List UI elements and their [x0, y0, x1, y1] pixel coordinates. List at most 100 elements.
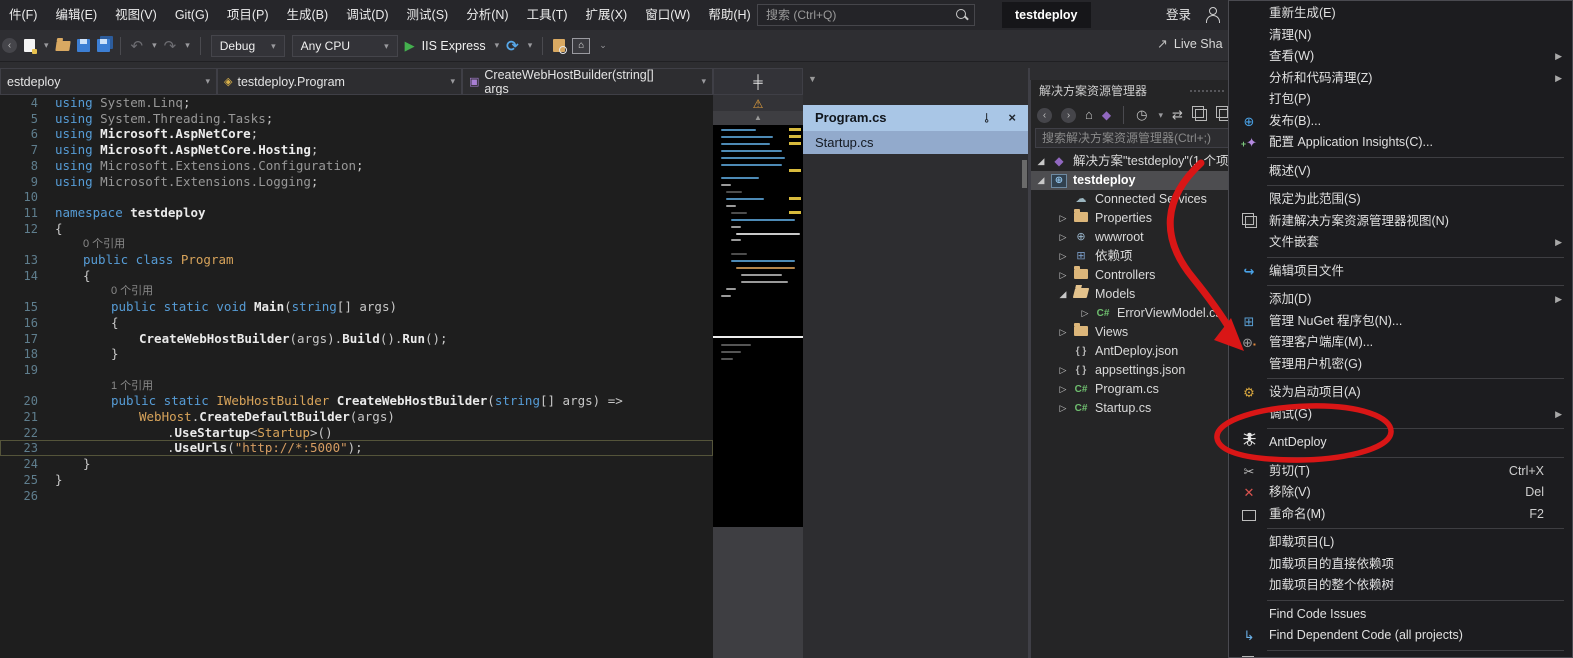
- context-menu-item-清理-n-[interactable]: 清理(N): [1229, 25, 1572, 47]
- menubar-item[interactable]: 窗口(W): [636, 0, 699, 30]
- menubar-item[interactable]: 分析(N): [457, 0, 517, 30]
- code-line[interactable]: 11 namespace testdeploy: [0, 205, 713, 221]
- code-line[interactable]: 13 public class Program: [0, 252, 713, 268]
- code-line[interactable]: 25}: [0, 472, 713, 488]
- collapsed-arrow-icon[interactable]: ▷: [1057, 380, 1069, 399]
- context-menu-item-管理-nuget-程序包-n-[interactable]: ⊞ 管理 NuGet 程序包(N)...: [1229, 311, 1572, 333]
- codelens-references[interactable]: 0 个引用: [83, 236, 125, 252]
- solution-config-dropdown[interactable]: Debug ▾: [210, 34, 285, 57]
- redo-icon[interactable]: ↷: [164, 37, 177, 55]
- codelens-line[interactable]: 0 个引用: [0, 283, 713, 299]
- refresh-icon[interactable]: ⟳: [506, 37, 519, 55]
- back-icon[interactable]: ‹: [1037, 107, 1052, 123]
- context-menu-item-find-dependent-code-all-projects-[interactable]: ↳ Find Dependent Code (all projects): [1229, 625, 1572, 647]
- code-line[interactable]: 23 .UseUrls("http://*:5000");: [0, 440, 713, 457]
- browser-home-icon[interactable]: ⌂: [572, 37, 591, 54]
- expanded-arrow-icon[interactable]: ◢: [1057, 285, 1069, 304]
- context-menu-item-重命名-m-[interactable]: 重命名(M) F2: [1229, 504, 1572, 526]
- menubar-item[interactable]: 视图(V): [106, 0, 166, 30]
- toolbar-overflow-icon[interactable]: ⌄: [599, 40, 607, 51]
- collapsed-arrow-icon[interactable]: ▷: [1079, 304, 1091, 323]
- collapsed-arrow-icon[interactable]: ▷: [1057, 361, 1069, 380]
- warning-icon[interactable]: ⚠: [753, 97, 764, 111]
- codelens-line[interactable]: 1 个引用: [0, 378, 713, 394]
- collapsed-arrow-icon[interactable]: ▷: [1057, 323, 1069, 342]
- code-line[interactable]: 16 {: [0, 315, 713, 331]
- find-in-files-icon[interactable]: [553, 39, 568, 54]
- code-line[interactable]: 7 using Microsoft.AspNetCore.Hosting;: [0, 142, 713, 158]
- context-menu-item-重新生成-e-[interactable]: 重新生成(E): [1229, 3, 1572, 25]
- quick-search-input[interactable]: 搜索 (Ctrl+Q): [757, 4, 975, 26]
- code-line[interactable]: 12 {: [0, 221, 713, 237]
- new-file-icon[interactable]: [24, 39, 37, 54]
- context-menu-item-剪切-t-[interactable]: ✂ 剪切(T) Ctrl+X: [1229, 461, 1572, 483]
- project-dropdown[interactable]: estdeploy ▾: [0, 68, 217, 95]
- tab-startup-cs[interactable]: Startup.cs: [803, 131, 1028, 154]
- context-menu-item-antdeploy[interactable]: AntDeploy: [1229, 432, 1572, 454]
- code-line[interactable]: 18}: [0, 346, 713, 362]
- code-line[interactable]: 14 {: [0, 268, 713, 284]
- pane-scrollbar-thumb[interactable]: [1022, 160, 1027, 188]
- menubar-item[interactable]: 件(F): [0, 0, 46, 30]
- context-menu-item-添加-d-[interactable]: 添加(D) ▶: [1229, 289, 1572, 311]
- sync-with-active-document-icon[interactable]: ⇄: [1172, 107, 1183, 123]
- context-menu-item-设为启动项目-a-[interactable]: ⚙ 设为启动项目(A): [1229, 382, 1572, 404]
- expanded-arrow-icon[interactable]: ◢: [1035, 152, 1047, 171]
- context-menu-item-查看-w-[interactable]: 查看(W) ▶: [1229, 46, 1572, 68]
- code-line[interactable]: 6 using Microsoft.AspNetCore;: [0, 126, 713, 142]
- code-line[interactable]: 10: [0, 189, 713, 205]
- pending-changes-icon[interactable]: ◷: [1136, 107, 1147, 123]
- open-file-icon[interactable]: [54, 40, 71, 51]
- code-line[interactable]: 22 .UseStartup<Startup>(): [0, 425, 713, 441]
- collapsed-arrow-icon[interactable]: ▷: [1057, 209, 1069, 228]
- context-menu-item-卸载项目-l-[interactable]: 卸载项目(L): [1229, 532, 1572, 554]
- code-editor[interactable]: 4 using System.Linq; 5 using System.Threadi…: [0, 95, 713, 658]
- code-line[interactable]: 4 using System.Linq;: [0, 95, 713, 111]
- live-share-button[interactable]: ↗ Live Sha: [1157, 36, 1223, 52]
- context-menu-item-打包-p-[interactable]: 打包(P): [1229, 89, 1572, 111]
- menubar-item[interactable]: 调试(D): [337, 0, 397, 30]
- forward-icon[interactable]: ›: [1061, 107, 1076, 123]
- home-icon[interactable]: ⌂: [1085, 107, 1093, 123]
- menubar-item[interactable]: 帮助(H): [699, 0, 759, 30]
- context-menu-item-限定为此范围-s-[interactable]: 限定为此范围(S): [1229, 189, 1572, 211]
- panel-drag-grip[interactable]: [1189, 89, 1224, 94]
- tab-program-cs[interactable]: Program.cs ⊸ ×: [803, 105, 1028, 131]
- context-menu-item-配置-application-insights-c-[interactable]: +✦ 配置 Application Insights(C)...: [1229, 132, 1572, 154]
- menubar-item[interactable]: 工具(T): [518, 0, 577, 30]
- refresh-dropdown[interactable]: ▾: [528, 40, 533, 51]
- type-dropdown[interactable]: ◈ testdeploy.Program ▾: [217, 68, 462, 95]
- platform-dropdown[interactable]: Any CPU ▾: [291, 34, 398, 57]
- run-target-label[interactable]: IIS Express: [422, 39, 486, 53]
- menubar-item[interactable]: 扩展(X): [577, 0, 637, 30]
- context-menu-item-文件嵌套[interactable]: 文件嵌套 ▶: [1229, 232, 1572, 254]
- context-menu-item-移除-v-[interactable]: ✕ 移除(V) Del: [1229, 482, 1572, 504]
- menubar-item[interactable]: 编辑(E): [46, 0, 106, 30]
- context-menu-item-分析和代码清理-z-[interactable]: 分析和代码清理(Z) ▶: [1229, 68, 1572, 90]
- code-line[interactable]: 21 WebHost.CreateDefaultBuilder(args): [0, 409, 713, 425]
- menubar-item[interactable]: Git(G): [166, 0, 218, 30]
- collapsed-arrow-icon[interactable]: ▷: [1057, 266, 1069, 285]
- code-line[interactable]: 9 using Microsoft.Extensions.Logging;: [0, 174, 713, 190]
- code-line[interactable]: 15 public static void Main(string[] args): [0, 299, 713, 315]
- navigate-back-icon[interactable]: ‹: [2, 38, 17, 53]
- redo-dropdown[interactable]: ▾: [185, 40, 190, 51]
- menubar-item[interactable]: 测试(S): [398, 0, 458, 30]
- scroll-up-icon[interactable]: ▲: [713, 111, 803, 124]
- run-target-dropdown[interactable]: ▾: [495, 40, 500, 51]
- context-menu-item-复制完整路径-u-[interactable]: 复制完整路径(U): [1229, 654, 1572, 657]
- context-menu-item-管理用户机密-g-[interactable]: 管理用户机密(G): [1229, 354, 1572, 376]
- code-line[interactable]: 8 using Microsoft.Extensions.Configuratio…: [0, 158, 713, 174]
- code-line[interactable]: 19: [0, 362, 713, 378]
- context-menu-item-加载项目的整个依赖树[interactable]: 加载项目的整个依赖树: [1229, 575, 1572, 597]
- member-dropdown[interactable]: ▣ CreateWebHostBuilder(string[] args ▾: [462, 68, 713, 96]
- context-menu-item-find-code-issues[interactable]: Find Code Issues: [1229, 604, 1572, 626]
- code-line[interactable]: 17 CreateWebHostBuilder(args).Build().Run…: [0, 331, 713, 347]
- menubar-item[interactable]: 生成(B): [278, 0, 338, 30]
- menubar-item[interactable]: 项目(P): [218, 0, 278, 30]
- sign-in-button[interactable]: 登录: [1166, 0, 1191, 30]
- pane-dropdown-icon[interactable]: ▼: [808, 74, 817, 84]
- save-icon[interactable]: [76, 39, 90, 52]
- undo-dropdown[interactable]: ▾: [152, 40, 157, 51]
- collapsed-arrow-icon[interactable]: ▷: [1057, 399, 1069, 418]
